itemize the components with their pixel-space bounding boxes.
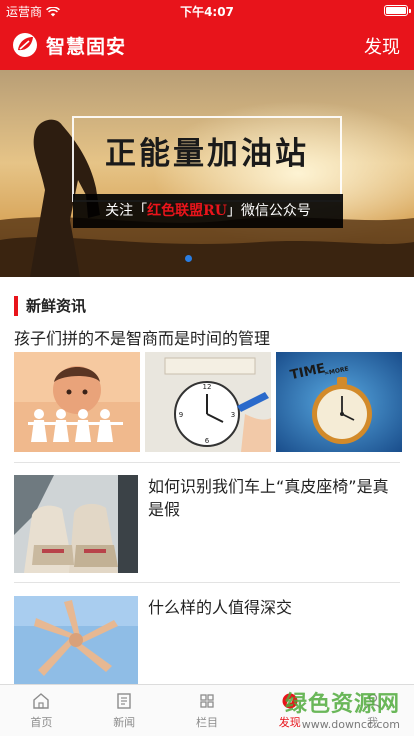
banner-subtitle: 关注「红色联盟RU」微信公众号	[73, 194, 343, 228]
watermark-url: www.downcc.com	[301, 718, 400, 731]
news-item-1-images[interactable]: 12 3 6 9 TIME =MORE	[14, 352, 402, 452]
tab-news[interactable]: 新闻	[83, 685, 166, 736]
tab-home-label: 首页	[30, 716, 53, 729]
divider	[14, 582, 400, 583]
news-icon	[117, 693, 131, 709]
carousel-dot-1[interactable]	[185, 255, 192, 262]
status-time: 下午4:07	[180, 5, 234, 19]
tab-columns[interactable]: 栏目	[166, 685, 249, 736]
pocket-watch-image[interactable]: TIME =MORE	[276, 352, 402, 452]
banner-title: 正能量加油站	[105, 136, 309, 172]
status-bar: 运营商 下午4:07	[0, 0, 414, 20]
banner-title-frame: 正能量加油站	[72, 116, 342, 202]
watermark: 绿色资源网 www.downcc.com	[285, 686, 400, 731]
home-icon	[33, 693, 50, 709]
news-item-1-title[interactable]: 孩子们拼的不是智商而是时间的管理	[14, 325, 270, 349]
app-logo-icon	[13, 33, 37, 57]
news-item-3-title[interactable]: 什么样的人值得深交	[148, 596, 396, 619]
grid-icon	[200, 694, 214, 708]
news-item-2[interactable]: 如何识别我们车上“真皮座椅”是真是假	[14, 475, 400, 573]
hands-star-image[interactable]	[14, 596, 138, 684]
car-seat-image[interactable]	[14, 475, 138, 573]
news-item-3[interactable]: 什么样的人值得深交	[14, 596, 400, 684]
nav-bar: 智慧固安 发现	[0, 20, 414, 70]
banner-subtitle-highlight: 红色联盟RU	[147, 203, 227, 219]
svg-text:3: 3	[231, 411, 235, 419]
news-item-2-title[interactable]: 如何识别我们车上“真皮座椅”是真是假	[148, 475, 396, 521]
banner-subtitle-suffix: 」微信公众号	[226, 203, 311, 219]
banner-subtitle-prefix: 关注「	[105, 203, 148, 219]
watermark-text: 绿色资源网	[284, 692, 400, 717]
clock-worksheet-image[interactable]: 12 3 6 9	[145, 352, 271, 452]
svg-text:12: 12	[203, 383, 212, 391]
tab-columns-label: 栏目	[195, 716, 218, 729]
tab-home[interactable]: 首页	[0, 685, 83, 736]
carousel-dots	[185, 255, 192, 262]
paper-dolls-image[interactable]	[14, 352, 140, 452]
app-title: 智慧固安	[46, 36, 127, 58]
banner-carousel[interactable]: 正能量加油站 关注「红色联盟RU」微信公众号	[0, 70, 414, 277]
svg-text:9: 9	[179, 411, 183, 419]
discover-button[interactable]: 发现	[364, 33, 400, 59]
divider	[14, 462, 400, 463]
battery-icon	[384, 5, 411, 16]
svg-text:6: 6	[205, 437, 210, 445]
section-title: 新鲜资讯	[14, 296, 86, 316]
tab-news-label: 新闻	[113, 716, 136, 729]
